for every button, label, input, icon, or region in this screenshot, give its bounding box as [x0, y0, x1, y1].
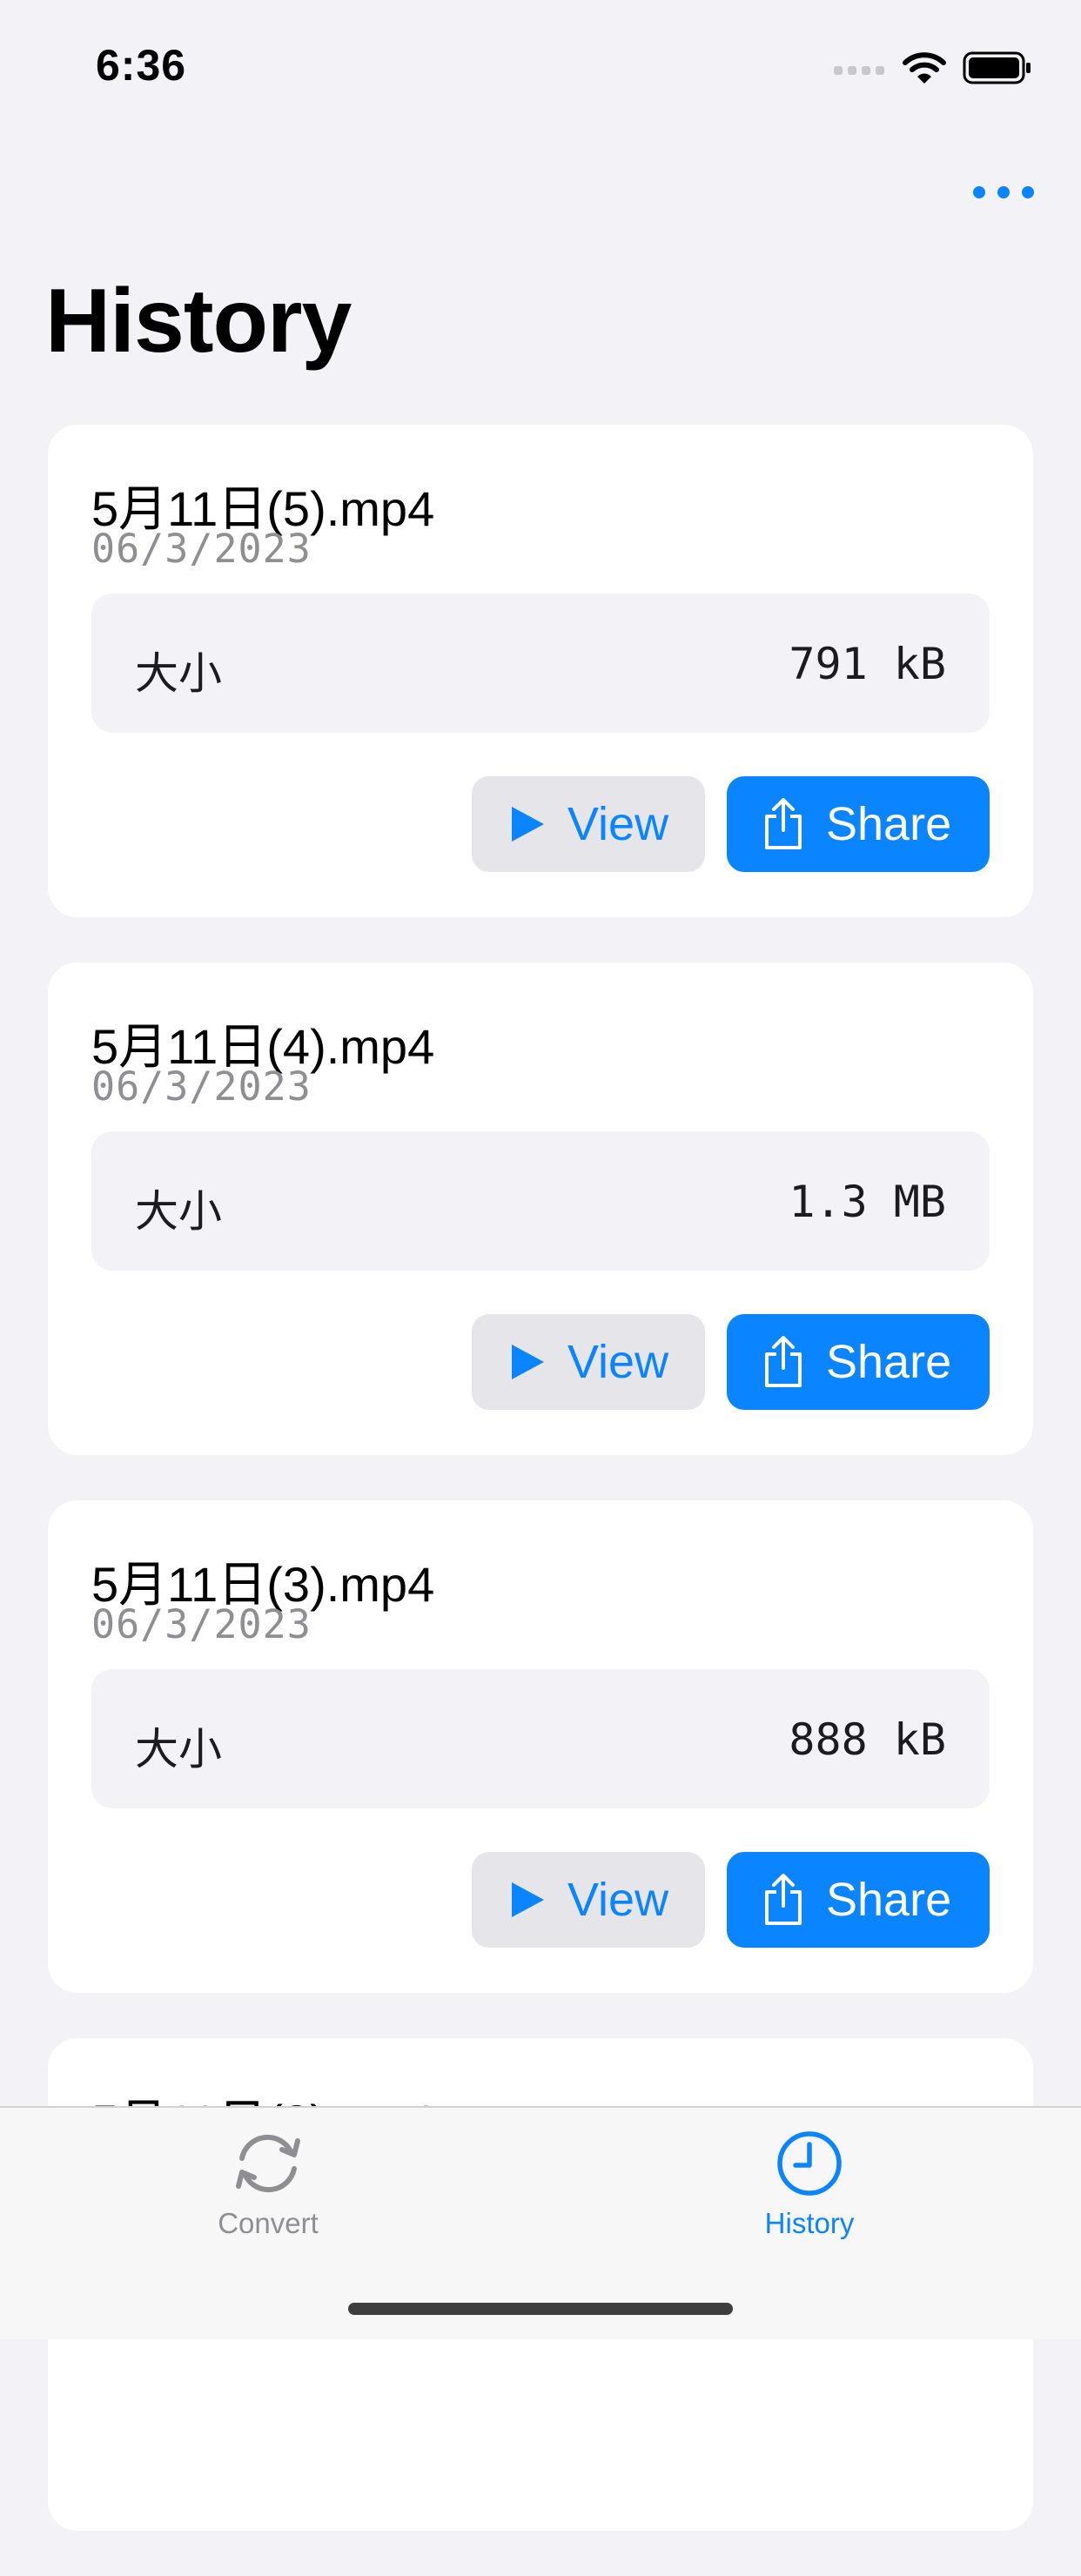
history-item: 5月11日(5).mp4 06/3/2023 大小 791 kB View Sh… — [48, 425, 1033, 917]
size-row: 大小 1.3 MB — [91, 1131, 990, 1271]
share-label: Share — [826, 798, 952, 850]
view-button[interactable]: View — [472, 776, 705, 872]
status-icons — [834, 50, 1032, 85]
size-value: 791 kB — [789, 639, 946, 689]
view-button[interactable]: View — [472, 1852, 705, 1948]
view-button[interactable]: View — [472, 1314, 705, 1410]
file-date: 06/3/2023 — [91, 526, 312, 572]
size-label: 大小 — [135, 1187, 222, 1236]
share-icon — [762, 1873, 805, 1927]
share-label: Share — [826, 1336, 952, 1388]
size-row: 大小 791 kB — [91, 594, 990, 733]
tab-history-label: History — [764, 2207, 855, 2239]
tab-history[interactable]: History — [679, 2129, 940, 2240]
convert-icon — [236, 2134, 300, 2193]
file-date: 06/3/2023 — [91, 1601, 312, 1647]
share-label: Share — [826, 1874, 952, 1926]
view-label: View — [567, 798, 669, 850]
size-value: 888 kB — [789, 1714, 946, 1765]
size-value: 1.3 MB — [789, 1177, 946, 1227]
more-button[interactable] — [973, 171, 1034, 214]
status-bar: 6:36 — [0, 0, 1081, 131]
status-time: 6:36 — [96, 41, 187, 90]
tab-convert[interactable]: Convert — [138, 2129, 399, 2240]
play-icon — [508, 804, 547, 844]
history-item: 5月11日(3).mp4 06/3/2023 大小 888 kB View Sh… — [48, 1500, 1033, 1993]
file-date: 06/3/2023 — [91, 1063, 312, 1110]
battery-icon — [963, 51, 1031, 84]
size-label: 大小 — [135, 649, 222, 698]
share-button[interactable]: Share — [727, 776, 990, 872]
home-indicator — [348, 2303, 733, 2315]
share-button[interactable]: Share — [727, 1314, 990, 1410]
view-label: View — [567, 1874, 669, 1926]
play-icon — [508, 1342, 547, 1382]
clock-icon — [777, 2131, 842, 2196]
ellipsis-icon — [973, 186, 985, 198]
page-title: History — [45, 271, 352, 372]
view-label: View — [567, 1336, 669, 1388]
signal-icon — [834, 66, 884, 75]
size-row: 大小 888 kB — [91, 1669, 990, 1808]
share-icon — [762, 797, 805, 851]
tab-convert-label: Convert — [218, 2207, 319, 2239]
size-label: 大小 — [135, 1725, 222, 1774]
wifi-icon — [903, 52, 946, 84]
share-icon — [762, 1335, 805, 1389]
history-item: 5月11日(4).mp4 06/3/2023 大小 1.3 MB View Sh… — [48, 963, 1033, 1455]
share-button[interactable]: Share — [727, 1852, 990, 1948]
play-icon — [508, 1880, 547, 1920]
